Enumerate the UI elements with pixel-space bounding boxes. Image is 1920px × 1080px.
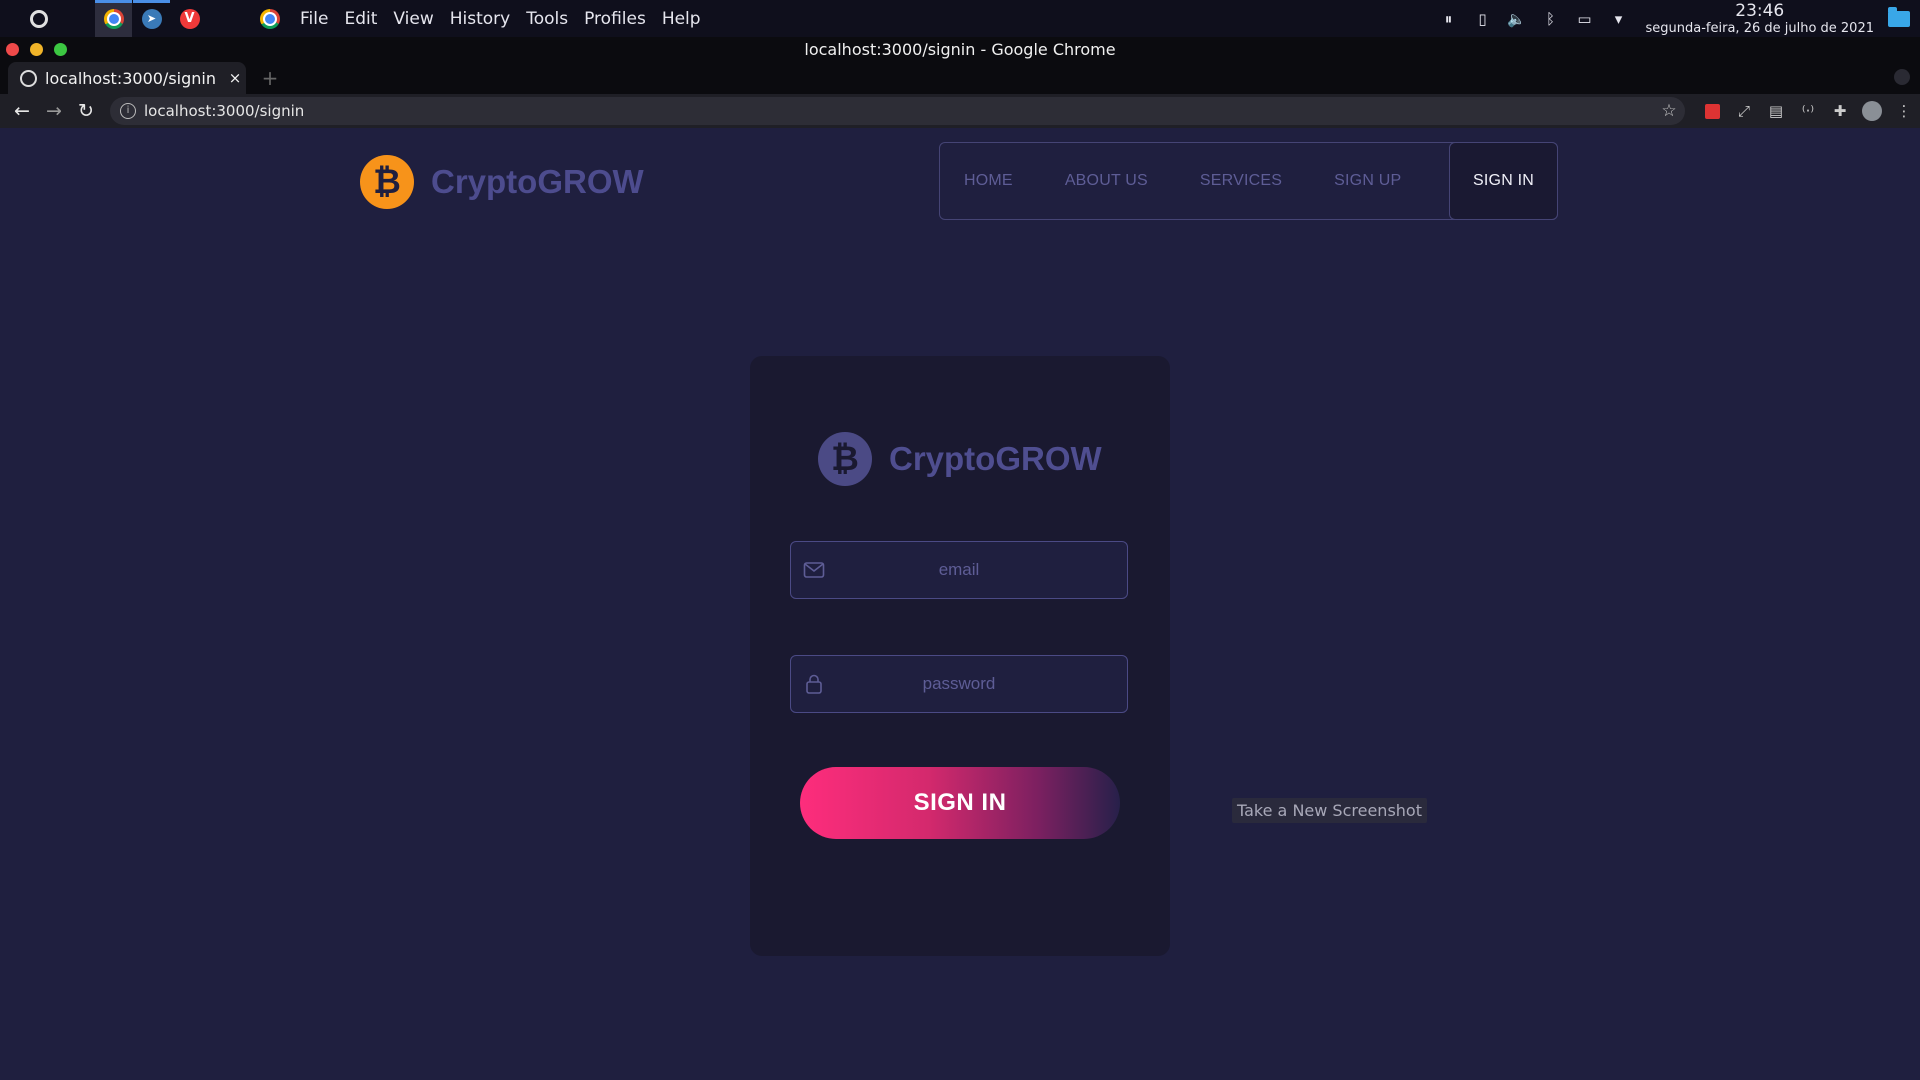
- taskbar-vivaldi[interactable]: V: [171, 0, 208, 37]
- screenshot-tooltip: Take a New Screenshot: [1232, 798, 1427, 823]
- forward-icon[interactable]: →: [38, 95, 70, 127]
- maximize-window-button[interactable]: [54, 43, 67, 56]
- globe-icon: [20, 69, 37, 87]
- extensions-area: ⤢ ▤ ⁽·⁾ ✚ ⋮: [1696, 94, 1920, 128]
- tray-expand-icon[interactable]: ▾: [1602, 0, 1636, 37]
- menu-help[interactable]: Help: [654, 9, 709, 29]
- bitcoin-card-icon: ₿: [818, 432, 872, 486]
- taskbar-chrome[interactable]: [95, 0, 132, 37]
- site-logo[interactable]: ₿ CryptoGROW: [360, 155, 644, 209]
- tab-search-icon[interactable]: [1894, 69, 1910, 85]
- reload-icon[interactable]: ↻: [70, 95, 102, 127]
- extension-red-icon[interactable]: [1696, 94, 1728, 128]
- launcher-ring-icon: [29, 9, 48, 28]
- bookmark-star-icon[interactable]: ☆: [1653, 101, 1685, 121]
- app-menu-bar: File Edit View History Tools Profiles He…: [260, 8, 709, 29]
- password-input[interactable]: [791, 656, 1127, 712]
- minimize-window-button[interactable]: [30, 43, 43, 56]
- menu-edit[interactable]: Edit: [336, 9, 385, 29]
- extensions-puzzle-icon[interactable]: ✚: [1824, 94, 1856, 128]
- new-tab-button[interactable]: +: [258, 66, 282, 90]
- bitcoin-logo-icon: ₿: [360, 155, 414, 209]
- email-field-wrapper: [790, 541, 1128, 599]
- envelope-icon: [803, 562, 825, 578]
- menu-profiles[interactable]: Profiles: [576, 9, 654, 29]
- menu-view[interactable]: View: [385, 9, 441, 29]
- volume-icon[interactable]: 🔈: [1500, 0, 1534, 37]
- close-tab-icon[interactable]: ×: [224, 69, 246, 87]
- site-info-icon[interactable]: i: [120, 103, 136, 119]
- window-titlebar: localhost:3000/signin - Google Chrome: [0, 37, 1920, 62]
- nav-sign-in[interactable]: SIGN IN: [1449, 142, 1558, 220]
- back-icon[interactable]: ←: [6, 95, 38, 127]
- nav-services[interactable]: SERVICES: [1174, 143, 1308, 219]
- lock-icon: [806, 674, 822, 694]
- extension-doc-icon[interactable]: ▤: [1760, 94, 1792, 128]
- chrome-menu-kebab-icon[interactable]: ⋮: [1888, 94, 1920, 128]
- app-launcher-button[interactable]: [20, 0, 57, 37]
- clipboard-icon[interactable]: ▯: [1466, 0, 1500, 37]
- tab-title: localhost:3000/signin: [45, 68, 216, 88]
- chrome-menu-icon: [260, 8, 280, 29]
- os-top-panel: ➤ V File Edit View History Tools Profile…: [0, 0, 1920, 37]
- vivaldi-icon: V: [179, 8, 200, 29]
- extension-cast-icon[interactable]: ⁽·⁾: [1792, 94, 1824, 128]
- clock-date: segunda-feira, 26 de julho de 2021: [1645, 20, 1874, 36]
- menu-history[interactable]: History: [442, 9, 518, 29]
- telegram-icon: ➤: [141, 8, 162, 29]
- clock[interactable]: 23:46 segunda-feira, 26 de julho de 2021: [1645, 0, 1874, 36]
- close-window-button[interactable]: [6, 43, 19, 56]
- site-navigation: HOME ABOUT US SERVICES SIGN UP SIGN IN: [939, 142, 1558, 220]
- taskbar-telegram[interactable]: ➤: [133, 0, 170, 37]
- tab-strip: localhost:3000/signin × +: [0, 62, 1920, 94]
- clock-time: 23:46: [1735, 0, 1785, 21]
- display-icon[interactable]: ▭: [1568, 0, 1602, 37]
- url-text[interactable]: localhost:3000/signin: [144, 102, 1653, 120]
- email-input[interactable]: [791, 542, 1127, 598]
- site-brand-name: CryptoGROW: [431, 163, 644, 200]
- menu-tools[interactable]: Tools: [518, 9, 576, 29]
- signin-card: ₿ CryptoGROW SIGN IN: [750, 356, 1170, 956]
- extension-sync-icon[interactable]: ⤢: [1728, 94, 1760, 128]
- nav-about-us[interactable]: ABOUT US: [1039, 143, 1174, 219]
- profile-avatar[interactable]: [1856, 94, 1888, 128]
- window-title: localhost:3000/signin - Google Chrome: [804, 40, 1116, 59]
- menu-file[interactable]: File: [292, 9, 336, 29]
- page-viewport: ₿ CryptoGROW HOME ABOUT US SERVICES SIGN…: [0, 128, 1920, 1080]
- folder-icon[interactable]: [1888, 6, 1910, 27]
- address-bar[interactable]: i localhost:3000/signin ☆: [110, 97, 1685, 125]
- chrome-icon: [103, 8, 124, 29]
- pause-icon[interactable]: ⏸: [1432, 0, 1466, 37]
- bluetooth-icon[interactable]: ᛒ: [1534, 0, 1568, 37]
- browser-toolbar: ← → ↻ i localhost:3000/signin ☆ ⤢ ▤ ⁽·⁾ …: [0, 94, 1920, 128]
- password-field-wrapper: [790, 655, 1128, 713]
- card-brand-name: CryptoGROW: [889, 440, 1102, 477]
- nav-sign-up[interactable]: SIGN UP: [1308, 143, 1427, 219]
- nav-home[interactable]: HOME: [940, 143, 1039, 219]
- window-controls: [6, 43, 67, 56]
- signin-submit-button[interactable]: SIGN IN: [800, 767, 1120, 839]
- card-logo: ₿ CryptoGROW: [818, 432, 1102, 486]
- system-tray: ⏸ ▯ 🔈 ᛒ ▭ ▾ 23:46 segunda-feira, 26 de j…: [1432, 0, 1920, 37]
- browser-tab[interactable]: localhost:3000/signin ×: [8, 62, 246, 94]
